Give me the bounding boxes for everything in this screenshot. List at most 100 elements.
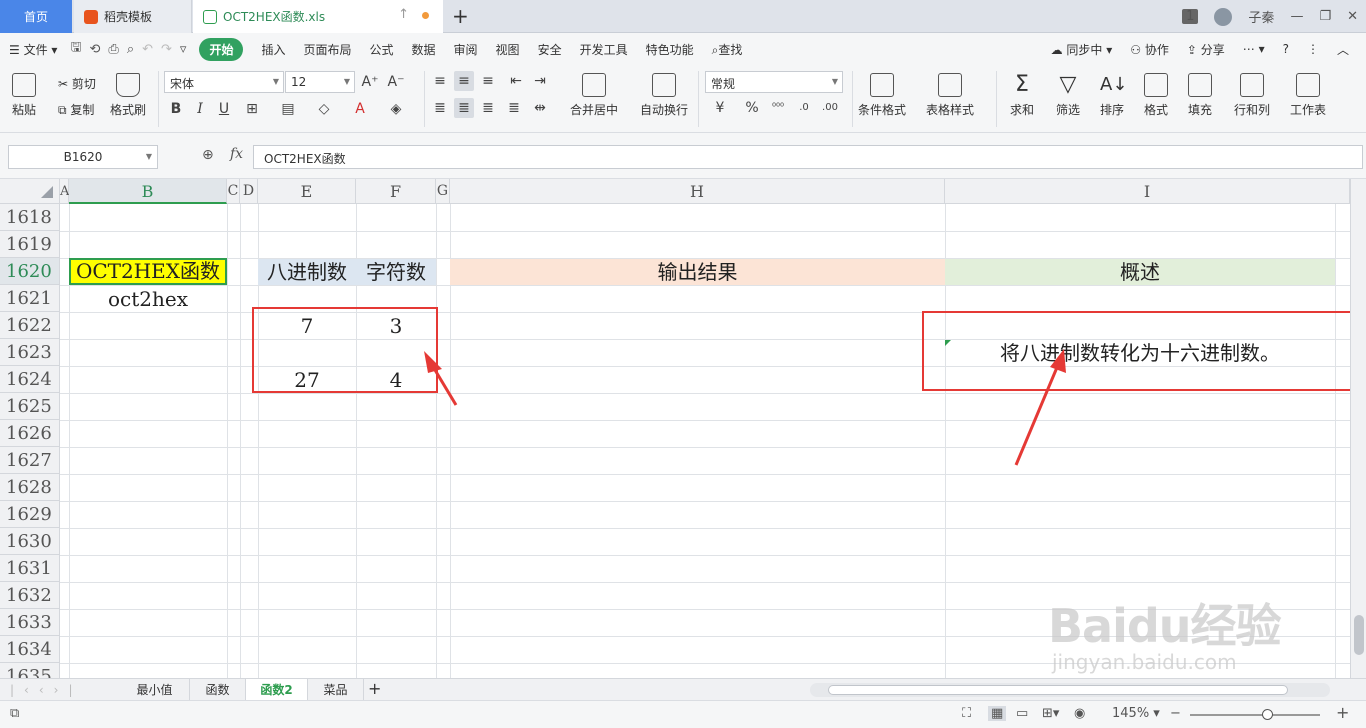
table-style-button[interactable]: 表格样式	[926, 73, 974, 118]
fill-color-icon[interactable]: ▤	[278, 99, 298, 119]
align-middle-icon[interactable]: ≡	[454, 71, 474, 91]
align-right-icon[interactable]: ≣	[478, 98, 498, 118]
conditional-format-button[interactable]: 条件格式	[858, 73, 906, 118]
copy-button[interactable]: ⧉ 复制	[58, 101, 94, 118]
fill-button[interactable]: 填充	[1188, 73, 1212, 118]
menu-page-layout[interactable]: 页面布局	[303, 41, 351, 58]
merge-center-button[interactable]: 合并居中	[570, 73, 618, 118]
fullscreen-icon[interactable]: ⛶	[962, 706, 971, 721]
currency-icon[interactable]: ¥	[710, 98, 730, 118]
zoom-out-icon[interactable]: −	[1170, 706, 1181, 721]
undo-history-icon[interactable]: ⟲	[90, 42, 101, 57]
justify-icon[interactable]: ≣	[504, 98, 524, 118]
menu-data[interactable]: 数据	[412, 41, 436, 58]
more-icon[interactable]: ⋮	[1307, 42, 1319, 56]
restore-icon[interactable]: ❐	[1319, 9, 1331, 24]
customize-toolbar-icon[interactable]: ▿	[180, 42, 187, 57]
menu-insert[interactable]: 插入	[261, 41, 285, 58]
tab-active-file[interactable]: OCT2HEX函数.xls ↑	[193, 0, 443, 33]
formula-input[interactable]: OCT2HEX函数	[253, 145, 1363, 169]
zoom-slider[interactable]	[1190, 709, 1320, 720]
highlight-icon[interactable]: ◇	[314, 99, 334, 119]
fx-icon[interactable]: fx	[230, 146, 243, 162]
paste-button[interactable]: 粘贴	[12, 73, 36, 118]
user-avatar[interactable]	[1214, 7, 1233, 26]
sum-button[interactable]: Σ 求和	[1010, 73, 1034, 118]
sheet-nav-arrows-icon[interactable]: |‹‹›|	[10, 679, 82, 701]
redo-icon[interactable]: ↷	[161, 42, 172, 57]
font-color-icon[interactable]: A	[350, 99, 370, 119]
name-box[interactable]: B1620 ▼	[8, 145, 158, 169]
format-painter-button[interactable]: 格式刷	[110, 73, 146, 118]
sync-button[interactable]: ☁ 同步中 ▾	[1051, 41, 1113, 58]
vertical-scrollbar[interactable]	[1350, 179, 1366, 678]
zoom-level[interactable]: 145% ▾	[1112, 706, 1160, 721]
upload-arrow-icon[interactable]: ↑	[398, 7, 409, 22]
new-tab-plus-icon[interactable]: +	[452, 4, 469, 28]
tab-docer-template[interactable]: 稻壳模板	[74, 0, 192, 33]
clear-format-icon[interactable]: ◈	[386, 99, 406, 119]
worksheet-button[interactable]: 工作表	[1290, 73, 1326, 118]
italic-icon[interactable]: I	[190, 99, 210, 119]
align-top-icon[interactable]: ≡	[430, 71, 450, 91]
increase-font-icon[interactable]: A⁺	[360, 72, 380, 92]
menu-start[interactable]: 开始	[199, 37, 244, 61]
menu-formula[interactable]: 公式	[370, 41, 394, 58]
sort-button[interactable]: A↓ 排序	[1100, 73, 1127, 118]
number-format-select[interactable]: 常规 ▼	[705, 71, 843, 93]
print-icon[interactable]: ⎙	[108, 42, 118, 57]
distribute-icon[interactable]: ⇹	[530, 98, 550, 118]
menu-security[interactable]: 安全	[538, 41, 562, 58]
add-sheet-plus-icon[interactable]: +	[368, 679, 381, 699]
normal-view-icon[interactable]: ▦	[988, 706, 1007, 721]
help-icon[interactable]: ?	[1283, 42, 1289, 56]
window-count-badge[interactable]: 1	[1182, 9, 1199, 24]
sheet-tab-function2[interactable]: 函数2	[246, 679, 308, 701]
thousands-icon[interactable]: ⁰⁰⁰	[768, 98, 788, 118]
increase-decimal-icon[interactable]: .0	[794, 98, 814, 118]
zoom-in-icon[interactable]: +	[1336, 703, 1349, 722]
align-left-icon[interactable]: ≣	[430, 98, 450, 118]
menu-view[interactable]: 视图	[496, 41, 520, 58]
decrease-font-icon[interactable]: A⁻	[386, 72, 406, 92]
unsaved-dot-icon[interactable]	[422, 12, 429, 19]
bold-icon[interactable]: B	[166, 99, 186, 119]
sheet-tab-min[interactable]: 最小值	[120, 679, 190, 701]
tab-home[interactable]: 首页	[0, 0, 72, 33]
search-menu[interactable]: ⌕查找	[712, 41, 743, 58]
menu-developer[interactable]: 开发工具	[580, 41, 628, 58]
zoom-formula-icon[interactable]: ⊕	[202, 147, 214, 163]
borders-icon[interactable]: ⊞	[242, 99, 262, 119]
align-center-icon[interactable]: ≣	[454, 98, 474, 118]
underline-icon[interactable]: U	[214, 99, 234, 119]
collab-button[interactable]: ⚇ 协作	[1130, 41, 1169, 58]
font-name-select[interactable]: 宋体 ▼	[164, 71, 284, 93]
sheet-tab-function[interactable]: 函数	[190, 679, 246, 701]
print-preview-icon[interactable]: ⌕	[127, 42, 134, 57]
sheet-tab-dishes[interactable]: 菜品	[308, 679, 364, 701]
align-bottom-icon[interactable]: ≡	[478, 71, 498, 91]
share-button[interactable]: ⇪ 分享	[1187, 41, 1225, 58]
close-window-icon[interactable]: ✕	[1347, 9, 1358, 24]
minimize-icon[interactable]: —	[1290, 9, 1303, 24]
font-size-select[interactable]: 12 ▼	[285, 71, 355, 93]
undo-icon[interactable]: ↶	[142, 42, 153, 57]
page-break-view-icon[interactable]: ⊞▾	[1042, 706, 1059, 721]
percent-icon[interactable]: %	[742, 98, 762, 118]
page-layout-view-icon[interactable]: ▭	[1016, 706, 1028, 721]
user-name[interactable]: 子秦	[1248, 7, 1274, 26]
eye-protection-icon[interactable]: ◉	[1074, 706, 1085, 721]
row-col-button[interactable]: 行和列	[1234, 73, 1270, 118]
menu-review[interactable]: 审阅	[454, 41, 478, 58]
cut-button[interactable]: ✂ 剪切	[58, 75, 96, 92]
collapse-ribbon-icon[interactable]: ︿	[1337, 41, 1349, 58]
format-button[interactable]: 格式	[1144, 73, 1168, 118]
menu-special[interactable]: 特色功能	[646, 41, 694, 58]
indent-decrease-icon[interactable]: ⇤	[506, 71, 526, 91]
wrap-text-button[interactable]: 自动换行	[640, 73, 688, 118]
status-macro-icon[interactable]: ⧉	[10, 706, 19, 721]
zoom-slider-knob[interactable]	[1262, 709, 1273, 720]
indent-increase-icon[interactable]: ⇥	[530, 71, 550, 91]
more-options-icon[interactable]: ⋯ ▾	[1243, 42, 1265, 56]
save-icon[interactable]: 🖫	[70, 38, 81, 60]
